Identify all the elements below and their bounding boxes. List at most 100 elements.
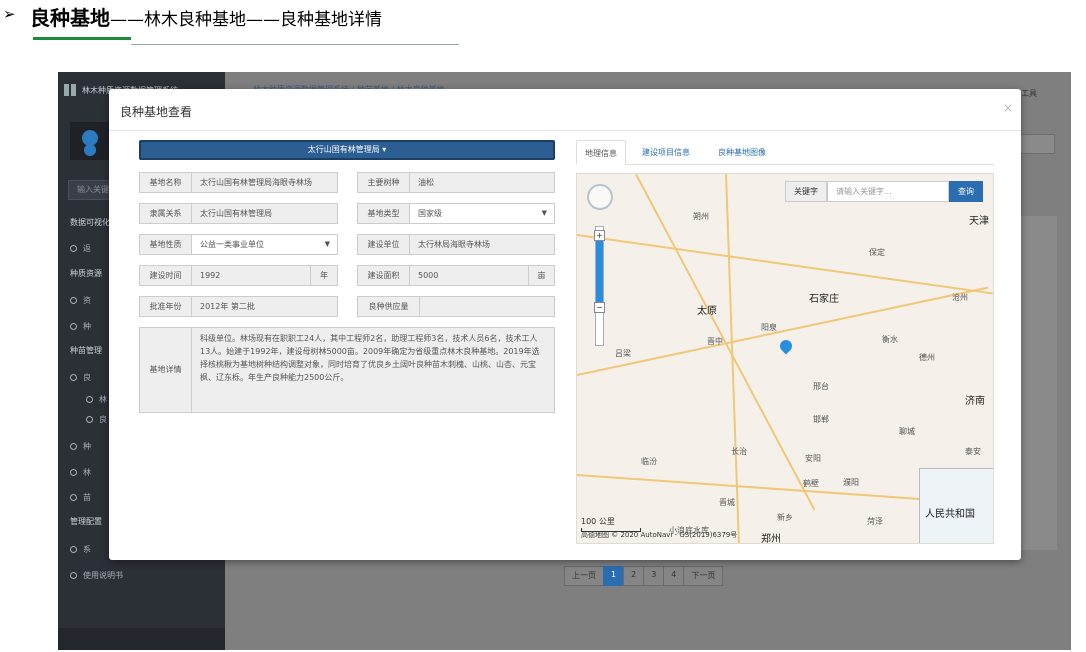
map-city: 太原: [697, 306, 717, 317]
map-city: 濮阳: [843, 478, 859, 487]
name-label: 基地名称: [139, 172, 192, 193]
tab-image[interactable]: 良种基地图像: [710, 140, 774, 165]
type-select[interactable]: 国家级 ▼: [409, 203, 555, 224]
location-pin-icon[interactable]: [777, 337, 795, 355]
app-screenshot: 林木种质资源数据管理系统 输入关键 数据可视化 返 种质资源 资 种 种苗管理 …: [58, 72, 1071, 650]
sidebar-item-resource[interactable]: 资: [70, 294, 91, 306]
time-unit: 年: [310, 265, 338, 286]
modal-divider: [109, 130, 1021, 131]
area-label: 建设面积: [357, 265, 410, 286]
sidebar-section-seedling: 种苗管理: [70, 346, 102, 355]
map-road: [577, 234, 993, 295]
close-icon[interactable]: ×: [1003, 101, 1013, 115]
nature-select[interactable]: 公益一类事业单位 ▼: [191, 234, 338, 255]
tab-geo[interactable]: 地理信息: [576, 140, 626, 165]
map-city: 德州: [919, 353, 935, 362]
base-view-modal: 良种基地查看 × 太行山国有林管理局 ▾ 基地名称 太行山国有林管理局海眼寺林场…: [109, 89, 1021, 560]
bureau-dropdown[interactable]: 太行山国有林管理局 ▾: [139, 140, 555, 160]
map-city: 沧州: [952, 293, 968, 302]
approve-label: 批准年份: [139, 296, 192, 317]
belong-field[interactable]: 太行山国有林管理局: [191, 203, 338, 224]
map-city: 阳泉: [761, 323, 777, 332]
grid-icon: [64, 84, 76, 96]
time-field[interactable]: 1992: [191, 265, 311, 286]
tree-label: 主要树种: [357, 172, 410, 193]
page-2[interactable]: 2: [623, 566, 645, 586]
inset-label: 人民共和国: [925, 509, 975, 520]
tab-project[interactable]: 建设项目信息: [634, 140, 698, 165]
page-3[interactable]: 3: [643, 566, 665, 586]
sidebar-item-back[interactable]: 返: [70, 242, 91, 254]
keyword-input[interactable]: 请输入关键字...: [827, 181, 949, 202]
doc-title: 良种基地——林木良种基地——良种基地详情: [30, 2, 382, 31]
supply-field[interactable]: [419, 296, 555, 317]
builder-label: 建设单位: [357, 234, 410, 255]
caret-down-icon: ▼: [324, 240, 330, 248]
map-city: 安阳: [805, 454, 821, 463]
area-field[interactable]: 5000: [409, 265, 529, 286]
map-city: 邯郸: [813, 415, 829, 424]
pagination: 上一页 1 2 3 4 下一页: [564, 566, 724, 586]
page-1[interactable]: 1: [603, 566, 625, 586]
map-city: 鹤壁: [803, 479, 819, 488]
map-city: 菏泽: [867, 517, 883, 526]
doc-title-rest: ——林木良种基地——良种基地详情: [110, 10, 382, 30]
map-pan-control[interactable]: [587, 184, 613, 210]
sidebar-item-species[interactable]: 种: [70, 320, 91, 332]
sidebar-section-visual: 数据可视化: [70, 218, 110, 227]
page-4[interactable]: 4: [663, 566, 685, 586]
map-city: 邢台: [813, 382, 829, 391]
tree-icon: [70, 468, 77, 476]
tree-field[interactable]: 油松: [409, 172, 555, 193]
sidebar-section-config: 管理配置: [70, 517, 102, 526]
nature-label: 基地性质: [139, 234, 192, 255]
caret-down-icon: ▼: [541, 209, 547, 217]
map-city: 衡水: [882, 335, 898, 344]
sidebar-item-forestry[interactable]: 林: [70, 466, 91, 478]
map-city: 朔州: [693, 212, 709, 221]
sidebar-subitem-good[interactable]: 良: [86, 413, 107, 425]
table-icon: [70, 296, 77, 304]
map-road: [725, 174, 741, 543]
map-overview-inset[interactable]: 人民共和国: [919, 468, 993, 543]
map-view[interactable]: + − 关键字 请输入关键字... 查询 太原 石家庄 济南 天津 朔州 保定 …: [576, 173, 994, 544]
map-city: 新乡: [777, 513, 793, 522]
sidebar-item-system[interactable]: 系: [70, 543, 91, 555]
detail-label: 基地详情: [139, 327, 192, 413]
sidebar-item-seed[interactable]: 种: [70, 440, 91, 452]
doc-header: ➢ 良种基地——林木良种基地——良种基地详情: [0, 0, 1086, 60]
doc-title-bold: 良种基地: [30, 6, 110, 30]
user-avatar-icon[interactable]: [70, 122, 110, 160]
map-city: 石家庄: [809, 294, 839, 305]
name-field[interactable]: 太行山国有林管理局海眼寺林场: [191, 172, 338, 193]
sidebar-item-base[interactable]: 良: [70, 371, 91, 383]
page-next[interactable]: 下一页: [683, 566, 724, 586]
sidebar-item-manual[interactable]: 使用说明书: [70, 569, 123, 581]
keyword-search-button[interactable]: 查询: [949, 181, 983, 202]
modal-title: 良种基地查看: [120, 105, 193, 119]
approve-field[interactable]: 2012年 第二批: [191, 296, 338, 317]
book-icon: [70, 322, 77, 330]
keyword-label: 关键字: [785, 181, 827, 202]
map-city: 济南: [965, 396, 985, 407]
info-tabs: 地理信息 建设项目信息 良种基地图像: [576, 140, 994, 165]
map-city: 长治: [731, 447, 747, 456]
pin-icon: [70, 373, 77, 381]
map-city: 吕梁: [615, 349, 631, 358]
map-city: 晋中: [707, 337, 723, 346]
map-city: 晋城: [719, 498, 735, 507]
builder-field[interactable]: 太行林局海眼寺林场: [409, 234, 555, 255]
map-zoom-level: [596, 236, 603, 302]
page-prev[interactable]: 上一页: [564, 566, 604, 586]
type-label: 基地类型: [357, 203, 410, 224]
zoom-out-button[interactable]: −: [594, 302, 605, 313]
sidebar-subitem-forest[interactable]: 林: [86, 393, 107, 405]
circle-icon: [86, 395, 93, 403]
belong-label: 隶属关系: [139, 203, 192, 224]
detail-textarea[interactable]: 科级单位。林场现有在职职工24人，其中工程师2名，助理工程师3名，技术人员6名，…: [191, 327, 555, 413]
zoom-in-button[interactable]: +: [594, 230, 605, 241]
globe-icon: [70, 244, 77, 252]
map-copyright: 高德地图 © 2020 AutoNavi - GS(2019)6379号: [581, 531, 738, 539]
gear-icon: [70, 545, 77, 553]
sidebar-item-nursery[interactable]: 苗: [70, 491, 91, 503]
